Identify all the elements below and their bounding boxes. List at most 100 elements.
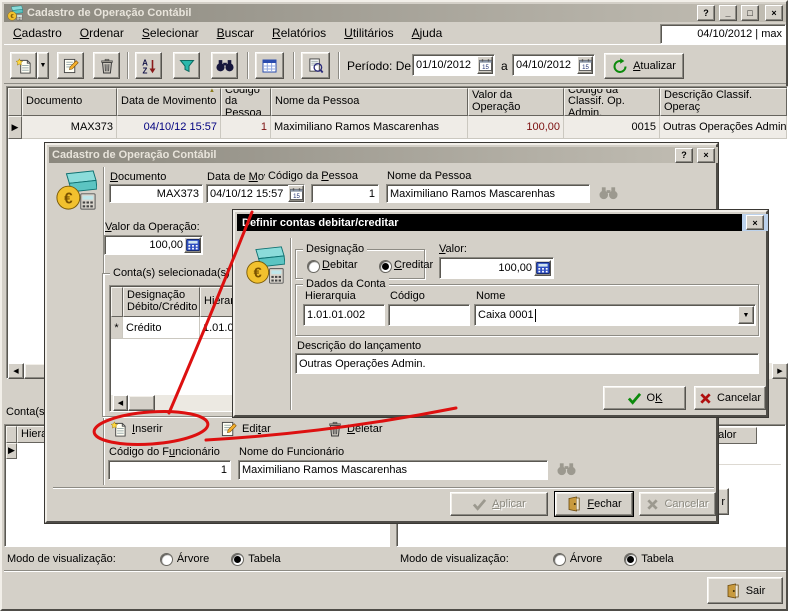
radio-creditar[interactable] <box>379 260 392 273</box>
table-icon <box>262 59 277 73</box>
inserir-button[interactable]: Inserir <box>111 421 163 437</box>
editar-label: Editar <box>242 423 271 435</box>
edit-record-button[interactable] <box>57 52 84 79</box>
row-designacao[interactable]: Crédito <box>123 317 200 339</box>
codigo-field[interactable] <box>388 304 470 326</box>
menu-selecionar[interactable]: Selecionar <box>133 23 208 44</box>
radio-tabela[interactable] <box>624 553 637 566</box>
minimize-button[interactable]: _ <box>719 5 737 21</box>
maximize-button[interactable]: □ <box>741 5 759 21</box>
scroll-right-button[interactable]: ▶ <box>772 363 788 379</box>
hierarquia-field[interactable]: 1.01.01.002 <box>303 304 385 326</box>
nome-combo[interactable]: Caixa 0001 <box>474 304 756 326</box>
data-movimento-calendar-button[interactable] <box>288 185 304 202</box>
session-date-user: 04/10/2012 | max <box>660 24 786 44</box>
cancelar-button[interactable]: Cancelar <box>639 492 716 516</box>
col-documento[interactable]: Documento <box>22 88 117 116</box>
row-codigo-pessoa[interactable]: 1 <box>221 116 271 139</box>
scroll-left-button[interactable]: ◀ <box>113 395 128 411</box>
row-nome-pessoa[interactable]: Maximiliano Ramos Mascarenhas <box>271 116 468 139</box>
deletar-button[interactable]: Deletar <box>328 421 383 437</box>
report-preview-button[interactable] <box>301 52 330 79</box>
radio-debitar-label[interactable]: Debitar <box>322 259 358 271</box>
editar-button[interactable]: Editar <box>221 421 271 437</box>
new-record-button[interactable] <box>10 52 37 79</box>
menu-buscar[interactable]: Buscar <box>208 23 263 44</box>
dialog-close-button[interactable]: × <box>746 215 764 230</box>
scroll-thumb[interactable] <box>128 395 155 411</box>
menu-ordenar[interactable]: Ordenar <box>71 23 133 44</box>
codigo-pessoa-field[interactable]: 1 <box>311 184 379 203</box>
search-button[interactable] <box>211 52 238 79</box>
menu-ajuda[interactable]: Ajuda <box>403 23 452 44</box>
fechar-button[interactable]: Fechar <box>555 492 633 516</box>
define-dialog-titlebar[interactable]: Definir contas debitar/creditar × <box>237 214 768 231</box>
radio-tabela-label[interactable]: Tabela <box>641 553 673 565</box>
edit-dialog-titlebar[interactable]: Cadastro de Operação Contábil ? × <box>49 147 718 163</box>
row-codigo-classif[interactable]: 0015 <box>564 116 660 139</box>
row-data-movimento[interactable]: 04/10/12 15:57 <box>117 116 221 139</box>
atualizar-button[interactable]: Atualizar <box>604 53 684 79</box>
main-titlebar[interactable]: Cadastro de Operação Contábil ? _ □ × <box>4 4 786 22</box>
col-codigo-pessoa[interactable]: Código da Pessoa <box>221 88 271 116</box>
calculator-icon <box>536 262 550 274</box>
radio-arvore[interactable] <box>160 553 173 566</box>
radio-tabela-label[interactable]: Tabela <box>248 553 280 565</box>
dialog-close-button[interactable]: × <box>697 148 715 163</box>
bottom-separator <box>4 570 786 572</box>
col-designacao[interactable]: Designação Débito/Crédito <box>123 287 200 317</box>
documento-field[interactable]: MAX373 <box>109 184 203 203</box>
help-caption-button[interactable]: ? <box>697 5 715 21</box>
row-pointer: ▶ <box>8 116 22 139</box>
valor-calculator-button[interactable] <box>184 237 201 253</box>
menu-utilitarios[interactable]: Utilitários <box>335 23 402 44</box>
radio-tabela[interactable] <box>231 553 244 566</box>
valor-calculator-button[interactable] <box>534 260 551 276</box>
col-valor-operacao[interactable]: Valor da Operação <box>468 88 564 116</box>
descricao-field[interactable]: Outras Operações Admin. <box>295 353 759 374</box>
grid-corner-cell <box>111 287 123 317</box>
close-button[interactable]: × <box>765 5 783 21</box>
radio-arvore[interactable] <box>553 553 566 566</box>
nome-combo-dropdown-button[interactable]: ▼ <box>738 306 754 324</box>
scroll-left-button[interactable]: ◀ <box>8 363 24 379</box>
date-from-calendar-button[interactable] <box>477 56 493 74</box>
search-person-binoculars-icon[interactable] <box>599 186 618 200</box>
new-record-dropdown[interactable]: ▼ <box>37 52 49 79</box>
row-documento[interactable]: MAX373 <box>22 116 117 139</box>
search-funcionario-binoculars-icon[interactable] <box>557 462 576 476</box>
radio-debitar[interactable] <box>307 260 320 273</box>
table-view-button[interactable] <box>255 52 284 79</box>
cancelar-label: Cancelar <box>717 392 761 404</box>
sort-button[interactable] <box>135 52 162 79</box>
col-data-movimento[interactable]: Data de Movimento <box>117 88 221 116</box>
col-nome-pessoa[interactable]: Nome da Pessoa <box>271 88 468 116</box>
nome-pessoa-field[interactable]: Maximiliano Ramos Mascarenhas <box>386 184 590 203</box>
nome-funcionario-field[interactable]: Maximiliano Ramos Mascarenhas <box>238 460 548 480</box>
radio-creditar-label[interactable]: Creditar <box>394 259 433 271</box>
ok-button[interactable]: OK <box>603 386 686 410</box>
row-valor[interactable]: 100,00 <box>468 116 564 139</box>
buttons-separator <box>53 487 714 489</box>
radio-arvore-label[interactable]: Árvore <box>570 553 602 565</box>
filter-button[interactable] <box>173 52 200 79</box>
menu-cadastro[interactable]: Cadastro <box>4 23 71 44</box>
trash-icon <box>100 58 114 74</box>
row-descricao-classif[interactable]: Outras Operações Admin. <box>660 116 787 139</box>
aplicar-button[interactable]: Aplicar <box>450 492 548 516</box>
codigo-pessoa-label: Código da Pessoa <box>265 170 358 182</box>
delete-record-button[interactable] <box>93 52 120 79</box>
codigo-funcionario-field[interactable]: 1 <box>108 460 231 480</box>
nome-label: Nome <box>476 290 505 302</box>
date-to-calendar-button[interactable] <box>577 56 593 74</box>
col-descricao-classif[interactable]: Descrição Classif. Operaç <box>660 88 787 116</box>
dialog-help-button[interactable]: ? <box>675 148 693 163</box>
col-codigo-classif[interactable]: Código da Classif. Op. Admin. <box>564 88 660 116</box>
menu-relatorios[interactable]: Relatórios <box>263 23 335 44</box>
view-mode-left: Modo de visualização: Árvore Tabela <box>7 551 387 567</box>
radio-arvore-label[interactable]: Árvore <box>177 553 209 565</box>
sair-button[interactable]: Sair <box>707 577 783 604</box>
main-window-title: Cadastro de Operação Contábil <box>27 7 191 19</box>
cancelar-button[interactable]: Cancelar <box>694 386 766 410</box>
toolbar-separator <box>247 52 249 79</box>
